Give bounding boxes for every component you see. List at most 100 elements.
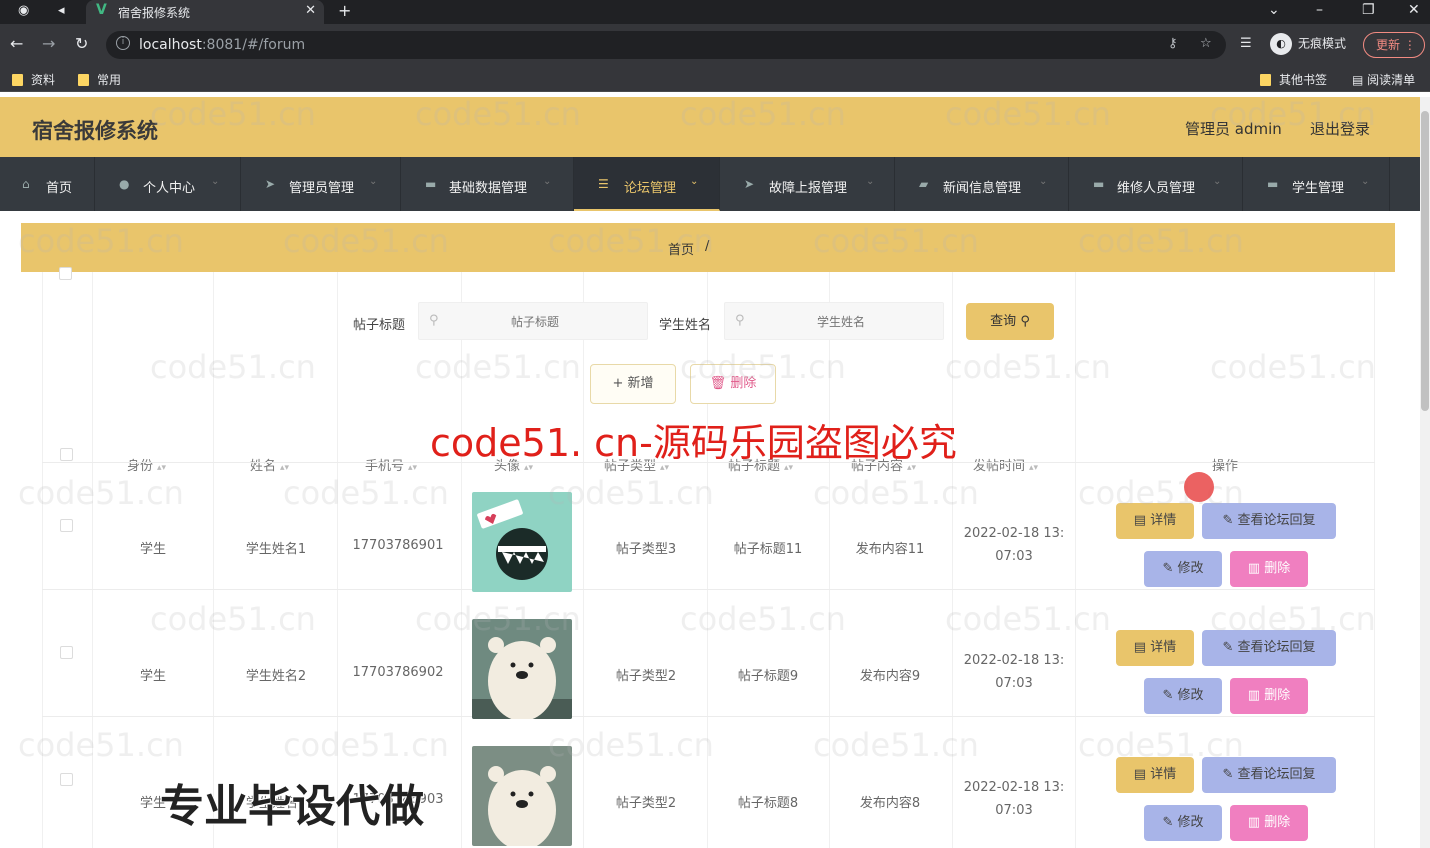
cell-content: 发布内容11 bbox=[855, 542, 925, 557]
other-bookmarks[interactable]: 其他书签 bbox=[1260, 71, 1327, 88]
incognito-icon: ◐ bbox=[1270, 33, 1292, 55]
document-icon: ▤ bbox=[1133, 640, 1151, 655]
edit-button[interactable]: ✎ 修改 bbox=[1144, 805, 1222, 841]
logout-button[interactable]: 退出登录 bbox=[1310, 118, 1370, 139]
restore-icon[interactable]: ❐ bbox=[1362, 2, 1375, 18]
search-icon: ⚲ bbox=[1020, 314, 1030, 329]
trash-icon: ▥ bbox=[1247, 815, 1265, 830]
site-info-icon[interactable]: i bbox=[116, 36, 130, 50]
star-icon[interactable]: ☆ bbox=[1200, 36, 1212, 51]
send-icon: ➤ bbox=[744, 177, 755, 191]
browser-tab[interactable]: V 宿舍报修系统 ✕ bbox=[86, 0, 324, 24]
pencil-icon: ✎ bbox=[1162, 688, 1178, 703]
incognito-indicator[interactable]: ◐ 无痕模式 bbox=[1270, 33, 1346, 55]
close-window-icon[interactable]: ✕ bbox=[1408, 2, 1420, 18]
cell-content: 发布内容9 bbox=[859, 669, 921, 684]
nav-label: 故障上报管理 bbox=[769, 181, 848, 196]
bookmark-label: 资料 bbox=[31, 73, 56, 87]
edit-button[interactable]: ✎ 修改 bbox=[1144, 678, 1222, 714]
sort-icon: ▴▾ bbox=[280, 463, 290, 473]
nav-item-base-data[interactable]: ▬ 基础数据管理 ⌄ bbox=[401, 157, 574, 211]
monitor-icon: ▬ bbox=[1093, 177, 1105, 191]
nav-label: 新闻信息管理 bbox=[943, 181, 1022, 196]
pencil-icon: ✎ bbox=[1222, 767, 1238, 782]
column-header[interactable]: 手机号 ▴▾ bbox=[365, 455, 417, 474]
pencil-icon: ✎ bbox=[1162, 561, 1178, 576]
trash-icon: ▥ bbox=[1247, 688, 1265, 703]
column-header[interactable]: 身份 ▴▾ bbox=[127, 455, 166, 474]
row-checkbox[interactable] bbox=[60, 519, 73, 532]
delete-button[interactable]: ▥ 删除 bbox=[1230, 805, 1308, 841]
new-tab-icon[interactable]: + bbox=[338, 1, 351, 20]
nav-item-fault-report[interactable]: ➤ 故障上报管理 ⌄ bbox=[720, 157, 895, 211]
trash-icon: 🗑︎ bbox=[709, 376, 731, 391]
bookmarks-bar: 资料 常用 其他书签 ▤ 阅读清单 bbox=[0, 66, 1430, 92]
row-checkbox[interactable] bbox=[60, 646, 73, 659]
nav-item-student[interactable]: ▬ 学生管理 ⌄ bbox=[1243, 157, 1390, 211]
view-reply-button[interactable]: ✎ 查看论坛回复 bbox=[1202, 630, 1336, 666]
update-button[interactable]: 更新 ⋮ bbox=[1363, 32, 1425, 58]
add-label: + 新增 bbox=[612, 376, 654, 391]
row-checkbox[interactable] bbox=[60, 773, 73, 786]
batch-delete-button[interactable]: 🗑︎ 删除 bbox=[690, 364, 776, 404]
bookmark-folder[interactable]: 资料 bbox=[12, 71, 55, 88]
key-icon[interactable]: ⚷ bbox=[1168, 36, 1178, 51]
add-button[interactable]: + 新增 bbox=[590, 364, 676, 404]
cell-title: 帖子标题11 bbox=[733, 542, 803, 557]
media-icon[interactable]: ☰ bbox=[1240, 36, 1252, 51]
close-tab-icon[interactable]: ✕ bbox=[305, 3, 316, 18]
view-reply-button[interactable]: ✎ 查看论坛回复 bbox=[1202, 503, 1336, 539]
url-path: :8081/#/forum bbox=[201, 37, 306, 53]
column-header[interactable]: 发帖时间 ▴▾ bbox=[973, 455, 1038, 474]
url-host: localhost bbox=[139, 37, 202, 53]
bookmark-folder[interactable]: 常用 bbox=[78, 71, 121, 88]
student-name-input[interactable] bbox=[761, 311, 921, 333]
scroll-thumb[interactable] bbox=[1421, 111, 1429, 411]
delete-button[interactable]: ▥ 删除 bbox=[1230, 678, 1308, 714]
vue-logo-icon: V bbox=[96, 2, 107, 18]
post-title-input[interactable] bbox=[455, 311, 615, 333]
cell-phone: 17703786902 bbox=[352, 665, 444, 680]
detail-button[interactable]: ▤ 详情 bbox=[1116, 757, 1194, 793]
reload-icon[interactable]: ↻ bbox=[75, 34, 88, 53]
breadcrumb-home[interactable]: 首页 bbox=[668, 239, 694, 258]
speaker-icon[interactable]: ◂ bbox=[58, 3, 65, 18]
nav-item-profile[interactable]: ● 个人中心 ⌄ bbox=[95, 157, 241, 211]
select-all-checkbox[interactable] bbox=[60, 448, 73, 461]
avatar bbox=[472, 492, 572, 592]
breadcrumb-separator: / bbox=[705, 239, 710, 254]
tab-search-icon[interactable]: ⌄ bbox=[1268, 2, 1280, 18]
view-reply-button[interactable]: ✎ 查看论坛回复 bbox=[1202, 757, 1336, 793]
query-button[interactable]: 查询 ⚲ bbox=[966, 303, 1054, 340]
detail-button[interactable]: ▤ 详情 bbox=[1116, 630, 1194, 666]
search-icon: ⚲ bbox=[735, 313, 745, 328]
cell-title: 帖子标题8 bbox=[737, 796, 799, 811]
detail-button[interactable]: ▤ 详情 bbox=[1116, 503, 1194, 539]
cell-title: 帖子标题9 bbox=[737, 669, 799, 684]
nav-item-forum[interactable]: ☰ 论坛管理 ⌄ bbox=[574, 157, 720, 211]
edit-button[interactable]: ✎ 修改 bbox=[1144, 551, 1222, 587]
nav-item-repairman[interactable]: ▬ 维修人员管理 ⌄ bbox=[1069, 157, 1243, 211]
send-icon: ➤ bbox=[265, 177, 276, 191]
cell-time: 07:03 bbox=[995, 676, 1033, 691]
back-icon[interactable]: ← bbox=[10, 34, 23, 53]
cell-role: 学生 bbox=[139, 542, 166, 557]
chevron-down-icon: ⌄ bbox=[369, 176, 378, 187]
avatar bbox=[472, 746, 572, 846]
delete-button[interactable]: ▥ 删除 bbox=[1230, 551, 1308, 587]
folder-icon bbox=[12, 74, 23, 86]
page-scrollbar[interactable] bbox=[1420, 97, 1430, 848]
cell-time: 2022-02-18 13: bbox=[963, 653, 1065, 668]
nav-item-admin[interactable]: ➤ 管理员管理 ⌄ bbox=[241, 157, 401, 211]
reading-list[interactable]: ▤ 阅读清单 bbox=[1352, 71, 1415, 88]
url-field[interactable]: i localhost:8081/#/forum ⚷ ☆ bbox=[106, 31, 1226, 59]
column-header[interactable]: 姓名 ▴▾ bbox=[250, 455, 289, 474]
forward-icon[interactable]: → bbox=[42, 34, 55, 53]
search-icon: ⚲ bbox=[429, 313, 439, 328]
globe-icon[interactable]: ◉ bbox=[18, 3, 29, 18]
home-icon: ⌂ bbox=[22, 177, 30, 191]
checkbox[interactable] bbox=[59, 267, 72, 280]
nav-item-news[interactable]: ▰ 新闻信息管理 ⌄ bbox=[895, 157, 1069, 211]
minimize-icon[interactable]: – bbox=[1316, 2, 1323, 18]
nav-item-home[interactable]: ⌂ 首页 bbox=[0, 157, 95, 211]
